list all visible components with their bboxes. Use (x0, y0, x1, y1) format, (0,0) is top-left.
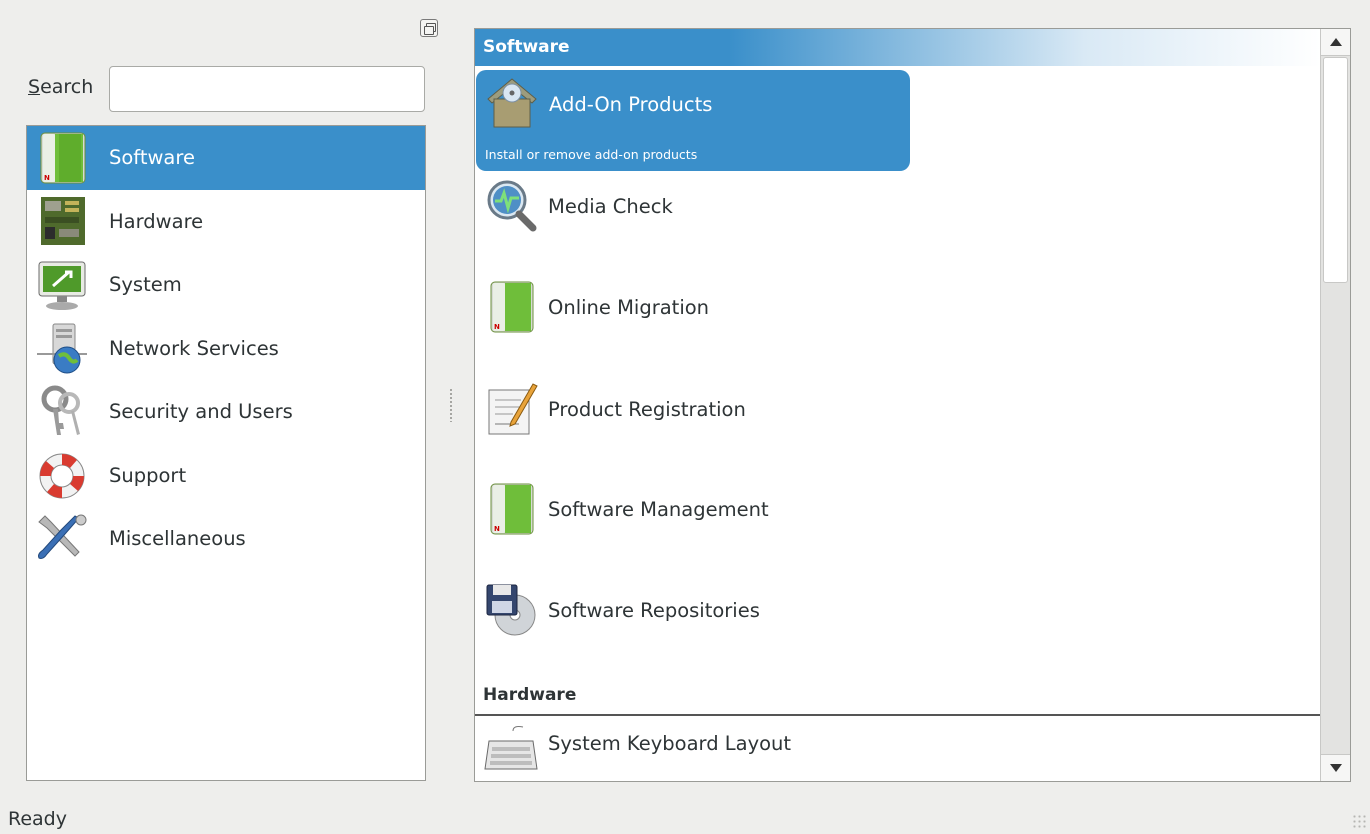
module-software-repositories[interactable]: Software Repositories (475, 577, 1321, 675)
category-item-software[interactable]: N Software (27, 126, 425, 190)
module-description: Install or remove add-on products (485, 147, 698, 162)
module-label: System Keyboard Layout (548, 732, 792, 755)
keyboard-icon (483, 725, 539, 781)
group-header-hardware: Hardware (475, 677, 1321, 716)
module-list-scrollbar[interactable] (1320, 29, 1350, 781)
search-label: Search (28, 76, 94, 98)
search-input[interactable] (109, 66, 425, 112)
resize-grip-icon[interactable] (1352, 814, 1366, 828)
category-item-support[interactable]: Support (27, 444, 425, 508)
category-label: Miscellaneous (109, 527, 246, 550)
module-product-registration[interactable]: Product Registration (475, 376, 1321, 476)
svg-text:N: N (494, 323, 500, 331)
module-system-keyboard-layout[interactable]: System Keyboard Layout (475, 719, 1321, 781)
add-on-products-icon (484, 73, 540, 129)
category-item-network-services[interactable]: Network Services (27, 317, 425, 381)
undock-button[interactable] (420, 19, 438, 37)
module-online-migration[interactable]: N Online Migration (475, 274, 1321, 374)
lifebuoy-icon (35, 449, 89, 503)
module-label: Software Repositories (548, 599, 760, 622)
module-label: Add-On Products (549, 93, 713, 116)
scroll-down-arrow-icon[interactable] (1321, 754, 1350, 781)
category-label: Security and Users (109, 400, 293, 423)
category-item-miscellaneous[interactable]: Miscellaneous (27, 507, 425, 571)
category-label: Hardware (109, 209, 204, 233)
category-label: Software (109, 146, 195, 169)
module-media-check[interactable]: Media Check (475, 174, 1321, 274)
network-services-icon (35, 322, 89, 376)
module-label: Product Registration (548, 398, 746, 421)
svg-text:N: N (44, 174, 50, 182)
svg-text:N: N (494, 525, 500, 533)
pane-splitter[interactable] (449, 388, 453, 422)
scrollbar-thumb[interactable] (1323, 57, 1348, 283)
status-text: Ready (8, 808, 67, 830)
module-label: Online Migration (548, 296, 710, 319)
software-icon: N (35, 131, 89, 185)
software-management-icon: N (483, 480, 539, 536)
product-registration-icon (483, 380, 539, 436)
module-software-management[interactable]: N Software Management (475, 476, 1321, 576)
module-label: Software Management (548, 498, 769, 521)
system-icon (35, 258, 89, 312)
module-label: Media Check (548, 195, 673, 218)
scroll-up-arrow-icon[interactable] (1321, 29, 1350, 56)
category-item-security-and-users[interactable]: Security and Users (27, 380, 425, 444)
category-label: Support (109, 463, 187, 487)
keys-icon (35, 385, 89, 439)
tools-icon (35, 512, 89, 566)
category-item-hardware[interactable]: Hardware (27, 190, 425, 254)
software-repositories-icon (483, 581, 539, 637)
online-migration-icon: N (483, 278, 539, 334)
module-add-on-products[interactable]: Add-On Products Install or remove add-on… (476, 70, 910, 171)
media-check-icon (483, 178, 539, 234)
group-header-software: Software (475, 29, 1321, 66)
hardware-icon (35, 195, 89, 249)
module-list[interactable]: Software Add-On Products Install or remo… (474, 28, 1351, 782)
category-label: System (109, 273, 182, 296)
category-list[interactable]: N Software Hardware System Network Servi… (26, 125, 426, 781)
category-item-system[interactable]: System (27, 253, 425, 317)
category-label: Network Services (109, 336, 279, 360)
